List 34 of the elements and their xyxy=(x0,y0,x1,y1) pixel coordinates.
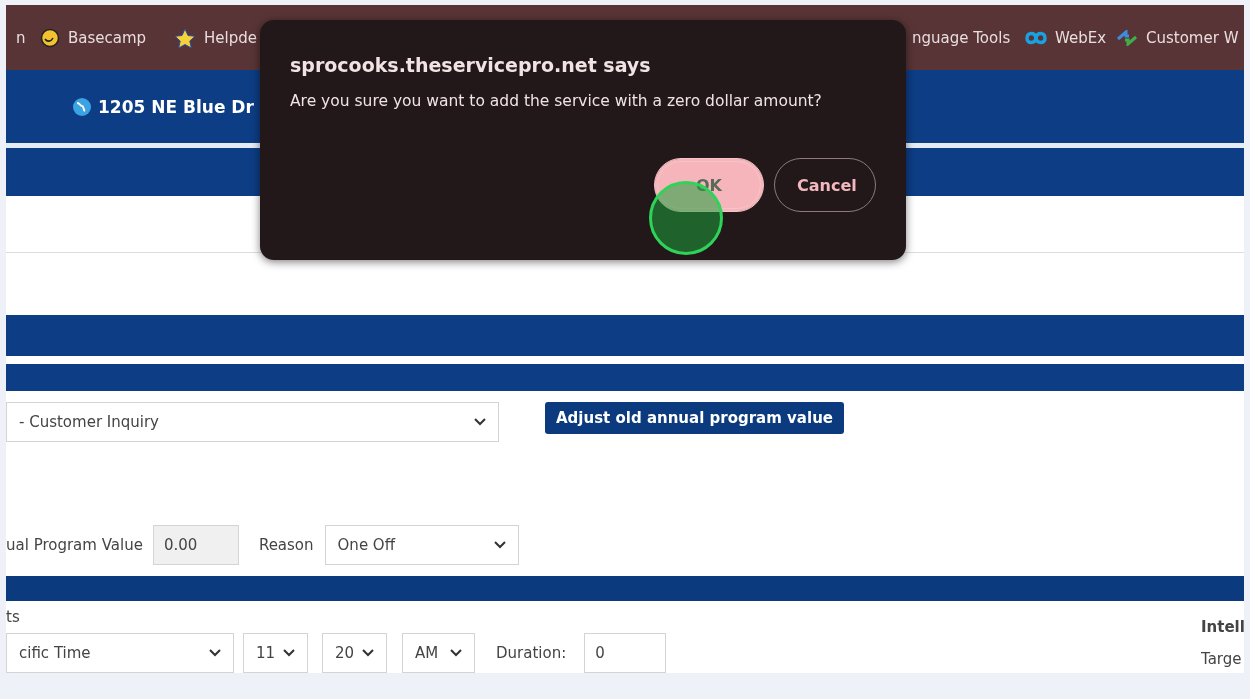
bookmark-link[interactable]: nguage Tools xyxy=(912,28,1011,47)
bookmark-link[interactable]: WebEx xyxy=(1055,28,1107,47)
bookmark-link[interactable]: Customer W xyxy=(1146,28,1239,47)
caret-icon xyxy=(283,649,295,657)
caret-icon xyxy=(450,649,462,657)
hour-select[interactable]: 11 xyxy=(243,633,308,673)
address-label: 1205 NE Blue Dr xyxy=(98,96,254,117)
ampm-select[interactable]: AM xyxy=(402,633,475,673)
reason-select[interactable]: One Off xyxy=(324,525,519,565)
reason-label: Reason xyxy=(258,536,314,554)
duration-field[interactable]: 0 xyxy=(584,633,667,673)
field-label: Targe xyxy=(1201,650,1243,668)
smiley-icon xyxy=(40,27,60,48)
dialog-message: Are you sure you want to add the service with a zero dollar amount? xyxy=(290,92,823,110)
inquiry-select[interactable]: - Customer Inquiry xyxy=(6,402,499,442)
caret-icon xyxy=(493,541,506,549)
program-value-label: ual Program Value xyxy=(6,536,143,554)
arrows-icon xyxy=(1116,29,1138,46)
bookmark-link[interactable]: Helpde xyxy=(204,28,257,47)
caret-icon xyxy=(209,649,221,657)
dialog-title: sprocooks.theservicepro.net says xyxy=(290,54,651,76)
duration-label: Duration: xyxy=(496,644,567,662)
caret-icon xyxy=(362,649,374,657)
adjust-button[interactable]: Adjust old annual program value xyxy=(545,402,844,434)
star-icon xyxy=(174,27,196,48)
program-value-field[interactable]: 0.00 xyxy=(152,525,239,565)
swirl-icon xyxy=(1025,29,1047,46)
minute-select[interactable]: 20 xyxy=(322,633,387,673)
time-select[interactable]: cific Time xyxy=(6,633,234,673)
section-heading: Intell xyxy=(1201,618,1244,636)
bookmark-link[interactable]: n xyxy=(16,28,26,47)
caret-icon xyxy=(474,418,486,426)
bookmark-link[interactable]: Basecamp xyxy=(68,28,147,47)
section-label: ts xyxy=(6,608,20,626)
